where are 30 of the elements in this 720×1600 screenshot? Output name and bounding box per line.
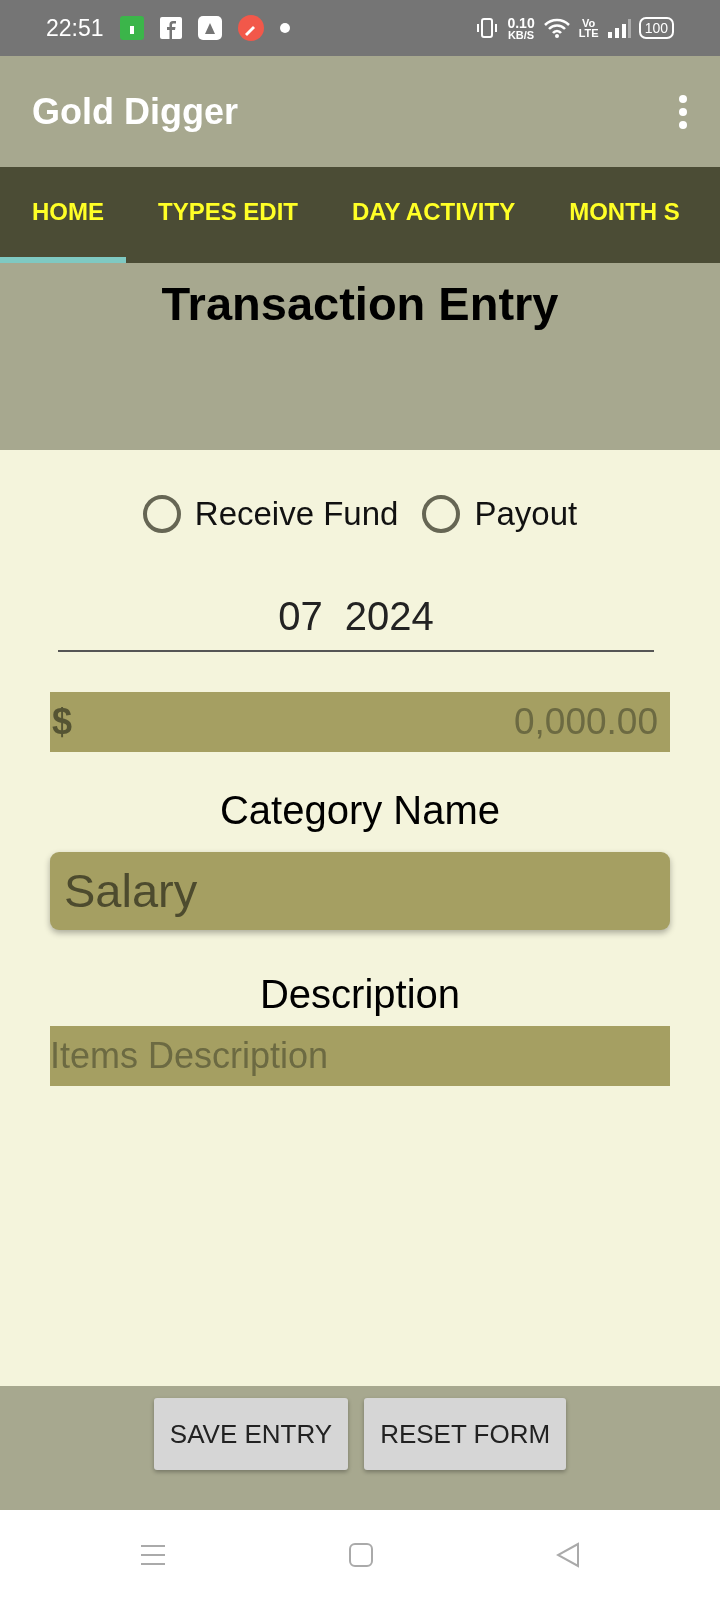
volte-label: Vo — [581, 18, 597, 28]
app-title: Gold Digger — [32, 89, 238, 134]
currency-symbol: $ — [52, 700, 73, 744]
radio-option[interactable]: Payout — [422, 489, 578, 539]
date-field[interactable]: 07 2024 — [58, 586, 654, 652]
page-heading: Transaction Entry — [161, 276, 559, 332]
lte-label: LTE — [578, 28, 599, 38]
battery-indicator: 100 — [638, 17, 674, 39]
radio-option[interactable]: Receive Fund — [142, 489, 399, 539]
form-button[interactable]: SAVE ENTRY — [153, 1398, 349, 1470]
menu-icon[interactable] — [139, 1544, 166, 1566]
back-icon[interactable] — [556, 1542, 581, 1568]
home-icon[interactable] — [349, 1543, 373, 1567]
vibrate-icon — [475, 16, 500, 40]
tab[interactable]: DAY ACTIVITY — [320, 167, 538, 263]
form-button[interactable]: RESET FORM — [364, 1398, 567, 1470]
tab[interactable]: MONTH S — [537, 167, 702, 263]
speed-unit: KB/S — [507, 29, 535, 40]
tab[interactable]: TYPES EDIT — [126, 167, 321, 263]
description-field[interactable]: Items Description — [50, 1026, 670, 1086]
status-time: 22:51 — [46, 13, 104, 43]
wifi-icon — [542, 17, 571, 39]
description-label: Description — [259, 972, 461, 1016]
network-speed: 0.10 — [507, 16, 535, 30]
app-icon — [197, 16, 222, 40]
overflow-menu-icon[interactable] — [678, 94, 688, 129]
facebook-icon — [159, 17, 182, 39]
dot-icon — [279, 23, 290, 33]
category-label: Category Name — [219, 788, 501, 832]
signal-icon — [606, 17, 631, 39]
